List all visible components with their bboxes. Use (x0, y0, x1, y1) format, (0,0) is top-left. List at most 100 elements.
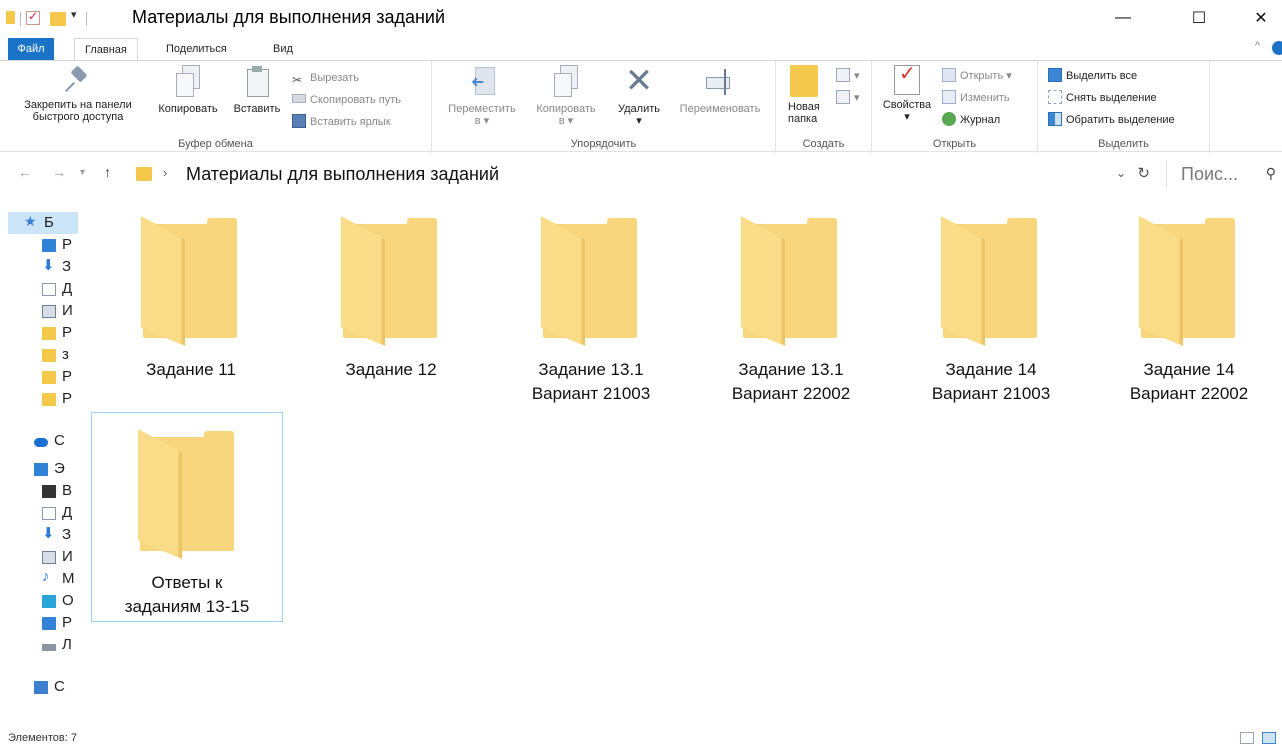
copy-path-button[interactable]: Скопировать путь (292, 91, 401, 109)
nav-item[interactable]: И (42, 301, 82, 323)
forward-arrow-icon[interactable]: → (52, 164, 66, 180)
paste-button[interactable]: Вставить (228, 65, 286, 115)
nav-item[interactable]: ★ Б (24, 213, 64, 235)
folder-icon (42, 393, 56, 406)
breadcrumb-current[interactable]: Материалы для выполнения заданий (186, 164, 499, 185)
scissors-icon: ✂ (292, 73, 303, 87)
help-icon[interactable] (1272, 41, 1282, 55)
nav-item[interactable]: з (42, 345, 82, 367)
computer-icon (34, 463, 48, 476)
new-folder-label-line1: Новая (788, 101, 820, 113)
breadcrumb-chevron-icon[interactable]: › (163, 165, 167, 180)
new-item-button[interactable]: ▾ (836, 67, 860, 85)
new-folder-button[interactable]: Новая папка (780, 65, 830, 125)
nav-item[interactable]: С (34, 677, 74, 699)
folder-label: Задание 14 Вариант 22002 (1093, 358, 1282, 406)
tab-share[interactable]: Поделиться (156, 38, 237, 60)
folder-item[interactable]: Задание 13.1 Вариант 22002 (695, 200, 887, 410)
paste-shortcut-button[interactable]: Вставить ярлык (292, 113, 391, 131)
nav-item[interactable]: Л (42, 635, 82, 657)
back-arrow-icon[interactable]: ← (18, 164, 32, 180)
history-button[interactable]: Журнал (942, 111, 1000, 129)
address-input[interactable]: › Материалы для выполнения заданий ⌄ ↻ (128, 160, 1160, 188)
folder-item[interactable]: Задание 14 Вариант 21003 (895, 200, 1087, 410)
nav-item[interactable]: В (42, 481, 82, 503)
nav-item[interactable]: Р (42, 235, 82, 257)
select-all-button[interactable]: Выделить все (1048, 67, 1137, 85)
address-dropdown-icon[interactable]: ⌄ (1116, 166, 1126, 180)
nav-item[interactable]: ⬇ З (42, 525, 82, 547)
star-icon: ★ (24, 213, 37, 229)
nav-item[interactable]: Д (42, 503, 82, 525)
invert-selection-button[interactable]: Обратить выделение (1048, 111, 1175, 129)
close-button[interactable]: ✕ (1238, 0, 1282, 36)
move-to-button[interactable]: Переместить в ▾ (440, 65, 524, 127)
folder-label-line1: Ответы к (151, 573, 223, 592)
folder-item[interactable]: Задание 11 (95, 200, 287, 410)
tab-home[interactable]: Главная (74, 38, 138, 61)
recent-locations-icon[interactable]: ▾ (80, 167, 85, 178)
nav-item[interactable]: И (42, 547, 82, 569)
search-input[interactable]: Поис... ⚲ (1166, 160, 1282, 188)
nav-item[interactable]: Р (42, 613, 82, 635)
new-item-icon (836, 68, 850, 82)
nav-item[interactable]: Д (42, 279, 82, 301)
ribbon-collapse-icon[interactable]: ^ (1255, 40, 1260, 52)
delete-button[interactable]: ✕ Удалить ▾ (608, 64, 670, 127)
easy-access-button[interactable]: ▾ (836, 89, 860, 107)
new-item-chevron: ▾ (854, 70, 860, 82)
drive-icon (42, 644, 56, 651)
open-button[interactable]: Открыть ▾ (942, 67, 1012, 85)
folder-item[interactable]: Задание 12 (295, 200, 487, 410)
download-icon: ⬇ (42, 257, 55, 274)
quick-access-properties-icon[interactable] (26, 9, 40, 25)
nav-item[interactable]: О (42, 591, 82, 613)
nav-item[interactable]: Р (42, 323, 82, 345)
tab-file[interactable]: Файл (8, 38, 54, 60)
copy-to-label: Копировать (536, 103, 596, 115)
folder-label: Ответы к заданиям 13-15 (92, 571, 282, 619)
copy-to-button[interactable]: Копировать в ▾ (526, 65, 606, 127)
title-bar: ▾ Материалы для выполнения заданий — ☐ ✕ (0, 0, 1282, 36)
folder-label-line1: Задание 12 (345, 360, 437, 379)
network-icon (34, 681, 48, 694)
large-icons-view-icon[interactable] (1262, 732, 1276, 744)
details-view-icon[interactable] (1240, 732, 1254, 744)
search-icon: ⚲ (1265, 165, 1276, 181)
quick-access-customize-icon[interactable]: ▾ (71, 8, 77, 24)
select-none-button[interactable]: Снять выделение (1048, 89, 1157, 107)
select-group-label: Выделить (1098, 138, 1149, 150)
cut-button[interactable]: ✂ Вырезать (292, 69, 359, 87)
folder-item[interactable]: Ответы к заданиям 13-15 (91, 412, 283, 622)
nav-item[interactable]: Р (42, 389, 82, 411)
maximize-button[interactable]: ☐ (1176, 0, 1222, 36)
folder-icon (42, 371, 56, 384)
folder-label-line1: Задание 13.1 (738, 360, 844, 379)
delete-label: Удалить (618, 103, 660, 115)
nav-item[interactable]: Р (42, 367, 82, 389)
nav-item[interactable]: ♪ М (42, 569, 82, 591)
select-all-label: Выделить все (1066, 70, 1138, 82)
refresh-icon[interactable]: ↻ (1137, 164, 1150, 182)
minimize-button[interactable]: — (1100, 0, 1146, 36)
nav-item-label: М (62, 570, 75, 587)
nav-item[interactable]: Э (34, 459, 74, 481)
tab-view[interactable]: Вид (263, 38, 303, 60)
nav-item[interactable]: C (34, 431, 74, 453)
properties-button[interactable]: Свойства ▾ (876, 65, 938, 123)
rename-button[interactable]: Переименовать (668, 65, 772, 115)
rename-label: Переименовать (679, 103, 761, 115)
up-arrow-icon[interactable]: ↑ (104, 164, 111, 180)
copy-button[interactable]: Копировать (152, 65, 224, 115)
nav-item-label: Р (62, 236, 73, 253)
folder-icon (337, 216, 441, 346)
edit-button[interactable]: Изменить (942, 89, 1010, 107)
nav-item-label: Р (62, 324, 73, 341)
new-folder-label-line2: папка (788, 113, 818, 125)
nav-item[interactable]: ⬇ З (42, 257, 82, 279)
folder-item[interactable]: Задание 13.1 Вариант 21003 (495, 200, 687, 410)
pin-quick-access-button[interactable]: Закрепить на панели быстрого доступа (8, 65, 148, 123)
folder-label: Задание 14 Вариант 21003 (895, 358, 1087, 406)
quick-access-new-folder-icon[interactable] (50, 12, 66, 26)
folder-item[interactable]: Задание 14 Вариант 22002 (1093, 200, 1282, 410)
